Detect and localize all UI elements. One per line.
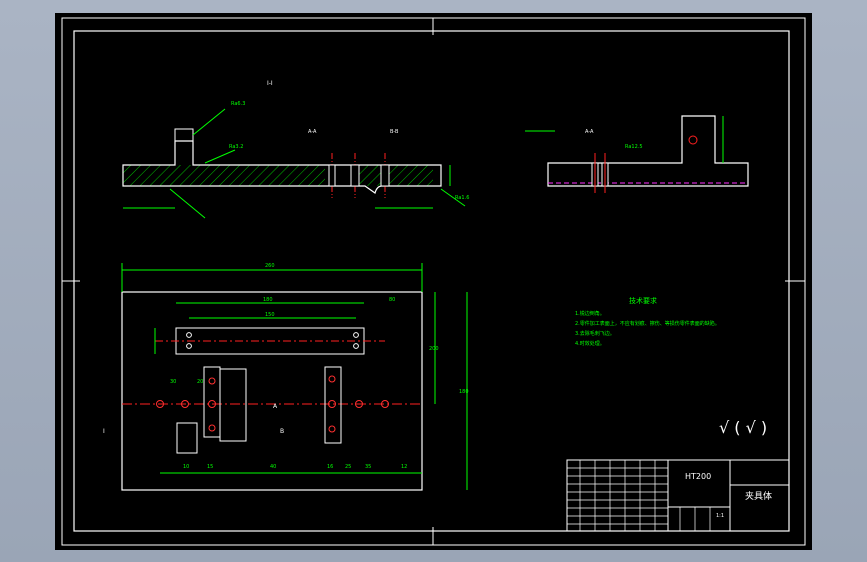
tech-requirements: 技术要求 1.锐边倒角。 2.零件加工表面上，不应有划痕、擦伤、等损伤零件表面的…: [575, 296, 720, 347]
side-boss-hole: [688, 135, 698, 145]
dim-text-slot: 180: [263, 297, 273, 303]
leader-3: [169, 188, 206, 219]
tb-grid: [567, 460, 711, 531]
dim-text-d4: 15: [207, 464, 213, 470]
title-block[interactable]: HT200 夹具体 1:1: [566, 459, 790, 532]
slot-hole-4: [353, 343, 359, 349]
hole-2: [350, 164, 360, 187]
slot-hole-3: [353, 332, 359, 338]
tech-req-line-4: 4.时效处理。: [575, 340, 605, 347]
pin-hole-5: [208, 424, 216, 432]
hole-1: [328, 164, 336, 187]
view-title-i: I-I: [267, 80, 273, 87]
inner-frame: [73, 30, 790, 532]
dim-text-d8: 12: [401, 464, 407, 470]
pin-hole-4: [208, 377, 216, 385]
small-block: [176, 422, 198, 454]
label-aa-left: A-A: [308, 129, 317, 135]
side-body-outline: [547, 115, 749, 187]
roughness-1: Ra6.3: [231, 101, 245, 107]
marker-i: I: [103, 428, 105, 435]
hole-3: [380, 164, 390, 187]
marker-a: A: [273, 403, 278, 410]
roughness-2: Ra3.2: [229, 144, 243, 150]
top-view-outline: [121, 291, 423, 491]
label-aa-right: A-A: [585, 129, 594, 135]
material-label: HT200: [685, 472, 711, 481]
tech-req-title: 技术要求: [629, 296, 657, 305]
leader-2: [204, 149, 236, 164]
dim-text-d6: 40: [270, 464, 276, 470]
scale-label: 1:1: [716, 513, 724, 519]
locator-block-left: [219, 368, 247, 442]
cad-viewport[interactable]: HT200 夹具体 1:1 技术要求 1.锐边倒角。 2.零件加工表面上，不应有…: [0, 0, 867, 562]
part-name-label: 夹具体: [745, 490, 772, 502]
tech-req-line-1: 1.锐边倒角。: [575, 310, 605, 317]
marker-b: B: [280, 428, 284, 435]
dim-text-d7: 16: [327, 464, 333, 470]
dim-text-height-total: 180: [459, 389, 469, 395]
drawing-canvas: HT200 夹具体 1:1 技术要求 1.锐边倒角。 2.零件加工表面上，不应有…: [61, 17, 806, 546]
label-bb-left: B-B: [390, 129, 399, 135]
pin-hole-7: [328, 375, 336, 383]
drawing-sheet: HT200 夹具体 1:1 技术要求 1.锐边倒角。 2.零件加工表面上，不应有…: [55, 13, 812, 550]
slot-hole-1: [186, 332, 192, 338]
side-section-view[interactable]: [525, 115, 749, 193]
dim-text-slot-inner: 150: [265, 312, 275, 318]
slot-hole-2: [186, 343, 192, 349]
pin-hole-8: [328, 425, 336, 433]
dim-text-overall: 260: [265, 263, 275, 269]
dim-text-d1: 30: [170, 379, 176, 385]
roughness-3: Ra1.6: [455, 195, 469, 201]
general-roughness-symbol: √ ( √ ): [719, 418, 767, 437]
dim-text-d3: 10: [183, 464, 189, 470]
dim-text-d5: 25: [345, 464, 351, 470]
roughness-4: Ra12.5: [625, 144, 643, 150]
front-boss: [174, 128, 194, 142]
top-view[interactable]: [121, 263, 468, 491]
tech-req-line-2: 2.零件加工表面上，不应有划痕、擦伤、等损伤零件表面的缺陷。: [575, 320, 720, 327]
front-section-view[interactable]: [122, 108, 466, 219]
tech-req-line-3: 3.去除毛刺飞边。: [575, 330, 615, 337]
outer-frame: [61, 17, 806, 546]
dim-text-d9: 35: [365, 464, 371, 470]
dim-text-height-right: 200: [429, 346, 439, 352]
dim-text-right-offset: 80: [389, 297, 395, 303]
leader-1: [192, 108, 226, 136]
dim-text-d2: 20: [197, 379, 203, 385]
